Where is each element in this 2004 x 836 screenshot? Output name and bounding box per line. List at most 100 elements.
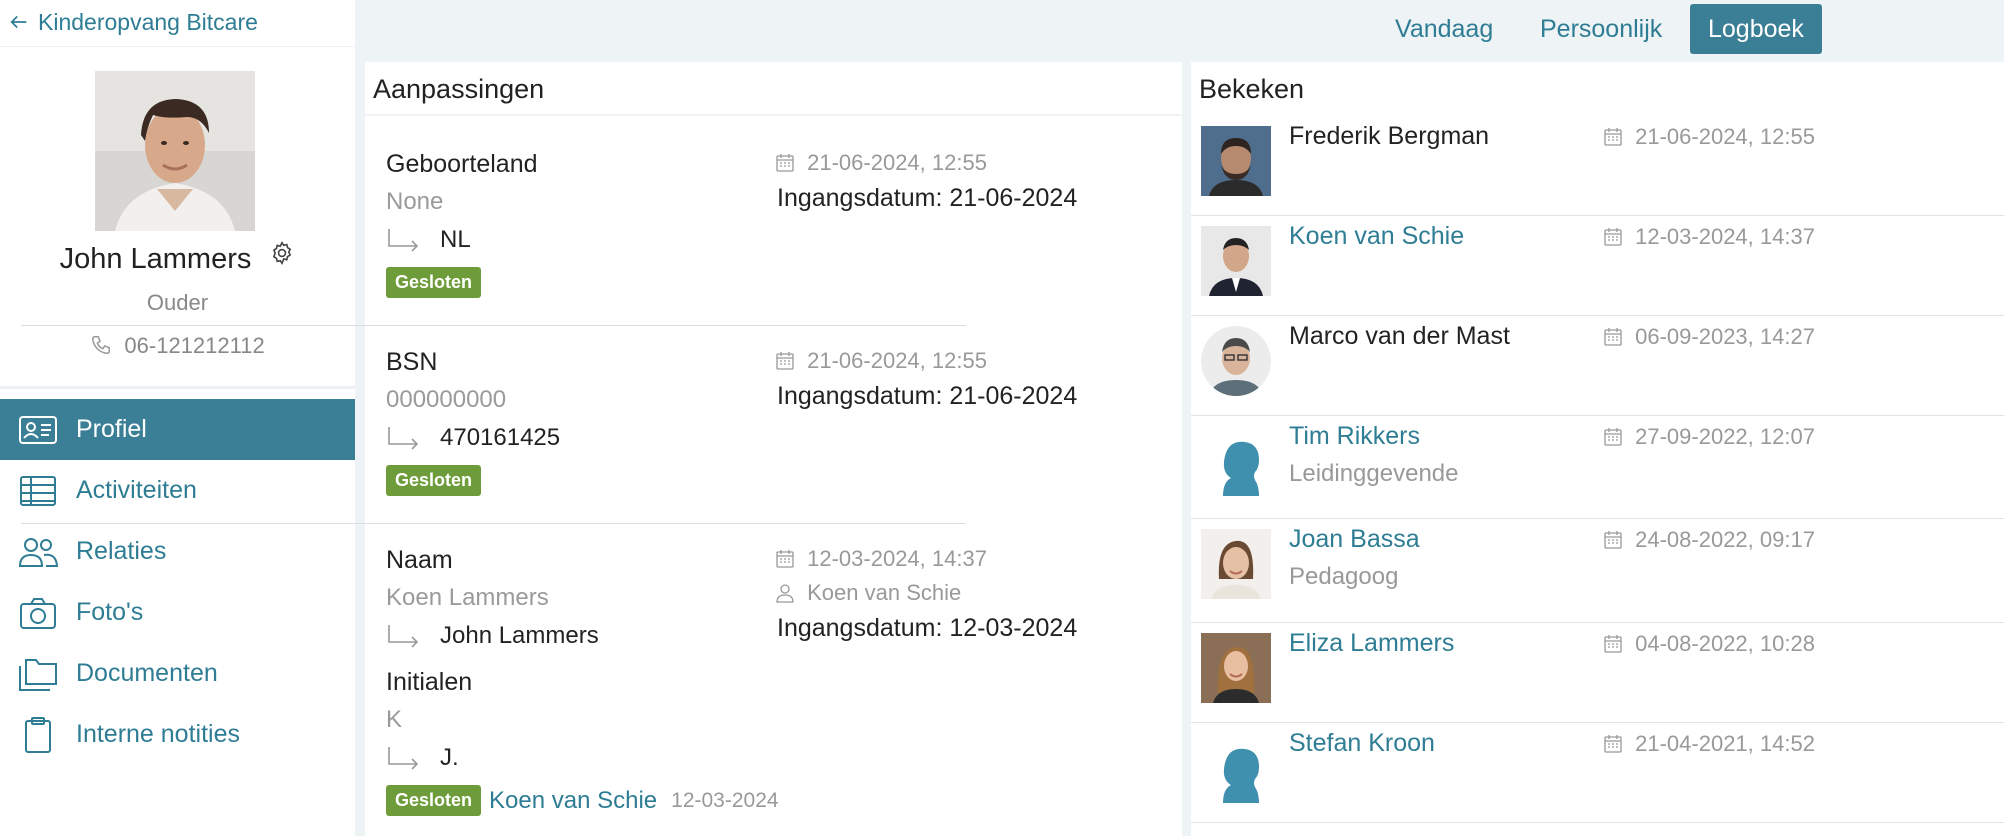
- sidebar: Kinderopvang Bitcare John Lammers Ouder …: [0, 0, 355, 836]
- divider: [21, 523, 966, 524]
- list-item: Stefan Kroon 21-04-2021, 14:52: [1191, 723, 2004, 823]
- tab-logboek[interactable]: Logboek: [1690, 4, 1822, 54]
- calendar-icon: [776, 550, 794, 568]
- new-value: J.: [386, 739, 986, 777]
- viewer-role: Leidinggevende: [1289, 460, 1459, 487]
- calendar-icon: [1604, 531, 1622, 549]
- changes-title: Aanpassingen: [373, 74, 545, 104]
- divider: [0, 386, 355, 389]
- calendar-icon: [1604, 328, 1622, 346]
- new-value: NL: [386, 221, 986, 259]
- viewer-name-link[interactable]: Stefan Kroon: [1289, 729, 1435, 758]
- list-item: Marco van der Mast 06-09-2023, 14:27: [1191, 316, 2004, 416]
- sidebar-item-documenten[interactable]: Documenten: [0, 643, 355, 704]
- new-value-text: NL: [440, 226, 471, 253]
- viewer-name-link[interactable]: Joan Bassa: [1289, 525, 1420, 554]
- top-bar: Vandaag Persoonlijk Logboek: [355, 0, 2004, 57]
- timestamp-text: 27-09-2022, 12:07: [1635, 424, 1815, 449]
- calendar-icon: [1604, 128, 1622, 146]
- timestamp-text: 21-06-2024, 12:55: [1635, 124, 1815, 149]
- viewed-timestamp: 27-09-2022, 12:07: [1603, 424, 1815, 450]
- tab-vandaag[interactable]: Vandaag: [1377, 4, 1511, 54]
- divider: [0, 46, 355, 47]
- gear-icon[interactable]: [269, 240, 295, 266]
- id-card-icon: [0, 411, 76, 449]
- list-item: Frederik Bergman 21-06-2024, 12:55: [1191, 116, 2004, 216]
- sidebar-item-relaties[interactable]: Relaties: [0, 521, 355, 582]
- phone-number: 06-121212112: [124, 333, 265, 358]
- viewed-timestamp: 04-08-2022, 10:28: [1603, 631, 1815, 657]
- sidebar-item-label: Documenten: [76, 659, 218, 687]
- badge-row: Gesloten Koen van Schie 12-03-2024: [386, 785, 986, 816]
- divider: [1191, 822, 2004, 823]
- arrow-turn-right-icon: [388, 625, 419, 648]
- viewed-timestamp: 21-06-2024, 12:55: [1603, 124, 1815, 150]
- new-value: 470161425: [386, 419, 986, 457]
- viewed-timestamp: 21-04-2021, 14:52: [1603, 731, 1815, 757]
- calendar-icon: [1604, 228, 1622, 246]
- effective-date: Ingangsdatum: 21-06-2024: [777, 382, 1078, 410]
- status-badge: Gesloten: [386, 267, 482, 298]
- avatar: [1201, 529, 1271, 599]
- arrow-turn-right-icon: [388, 747, 419, 770]
- tab-persoonlijk[interactable]: Persoonlijk: [1522, 4, 1680, 54]
- new-value-text: John Lammers: [440, 622, 599, 649]
- folders-icon: [0, 655, 76, 693]
- timestamp-text: 21-06-2024, 12:55: [807, 150, 987, 175]
- avatar-placeholder: [1201, 733, 1271, 803]
- old-value: K: [386, 706, 403, 733]
- sidebar-item-fotos[interactable]: Foto's: [0, 582, 355, 643]
- back-link-label: Kinderopvang Bitcare: [38, 8, 258, 35]
- badge-row: Gesloten: [386, 465, 986, 496]
- change-timestamp: 21-06-2024, 12:55: [775, 150, 987, 176]
- sidebar-item-label: Relaties: [76, 537, 167, 565]
- profile-role: Ouder: [146, 290, 209, 315]
- list-item: Joan Bassa Pedagoog 24-08-2022, 09:17: [1191, 519, 2004, 619]
- list-item: Koen van Schie 12-03-2024, 14:37: [1191, 216, 2004, 316]
- timestamp-text: 12-03-2024, 14:37: [1635, 224, 1815, 249]
- arrow-left-icon: [10, 15, 27, 29]
- back-link[interactable]: Kinderopvang Bitcare: [8, 8, 258, 36]
- sidebar-item-label: Activiteiten: [76, 476, 197, 504]
- change-timestamp: 21-06-2024, 12:55: [775, 348, 987, 374]
- timestamp-text: 12-03-2024, 14:37: [807, 546, 987, 571]
- calendar-icon: [1604, 428, 1622, 446]
- table-icon: [0, 472, 76, 510]
- profile-name-text: John Lammers: [59, 243, 252, 275]
- viewer-name-link[interactable]: Eliza Lammers: [1289, 629, 1454, 658]
- badge-row: Gesloten: [386, 267, 986, 298]
- change-timestamp: 12-03-2024, 14:37: [775, 546, 987, 572]
- arrow-turn-right-icon: [388, 427, 419, 450]
- new-value-text: 470161425: [440, 424, 561, 451]
- status-badge: Gesloten: [386, 785, 482, 816]
- sidebar-item-profiel[interactable]: Profiel: [0, 399, 355, 460]
- effective-date: Ingangsdatum: 21-06-2024: [777, 184, 1078, 212]
- viewed-timestamp: 06-09-2023, 14:27: [1603, 324, 1815, 350]
- closed-by-link[interactable]: Koen van Schie: [489, 787, 657, 815]
- viewed-timestamp: 12-03-2024, 14:37: [1603, 224, 1815, 250]
- sidebar-item-label: Interne notities: [76, 720, 240, 748]
- viewer-name-link[interactable]: Koen van Schie: [1289, 222, 1464, 251]
- timestamp-text: 21-06-2024, 12:55: [807, 348, 987, 373]
- viewer-name-link[interactable]: Tim Rikkers: [1289, 422, 1420, 451]
- sidebar-item-activiteiten[interactable]: Activiteiten: [0, 460, 355, 521]
- profile-phone[interactable]: 06-121212112: [0, 333, 355, 359]
- calendar-icon: [776, 154, 794, 172]
- avatar: [1201, 226, 1271, 296]
- avatar: [1201, 326, 1271, 396]
- list-item: Tim Rikkers Leidinggevende 27-09-2022, 1…: [1191, 416, 2004, 516]
- timestamp-text: 24-08-2022, 09:17: [1635, 527, 1815, 552]
- user-text: Koen van Schie: [807, 580, 962, 605]
- sidebar-item-label: Foto's: [76, 598, 144, 626]
- status-badge: Gesloten: [386, 465, 482, 496]
- list-item: Eliza Lammers 04-08-2022, 10:28: [1191, 623, 2004, 723]
- clipboard-icon: [0, 716, 76, 754]
- timestamp-text: 21-04-2021, 14:52: [1635, 731, 1815, 756]
- calendar-icon: [776, 352, 794, 370]
- avatar-placeholder: [1201, 426, 1271, 496]
- new-value-text: J.: [440, 744, 459, 771]
- divider: [365, 114, 1182, 116]
- avatar: [95, 71, 255, 231]
- sidebar-item-interne-notities[interactable]: Interne notities: [0, 704, 355, 765]
- calendar-icon: [1604, 735, 1622, 753]
